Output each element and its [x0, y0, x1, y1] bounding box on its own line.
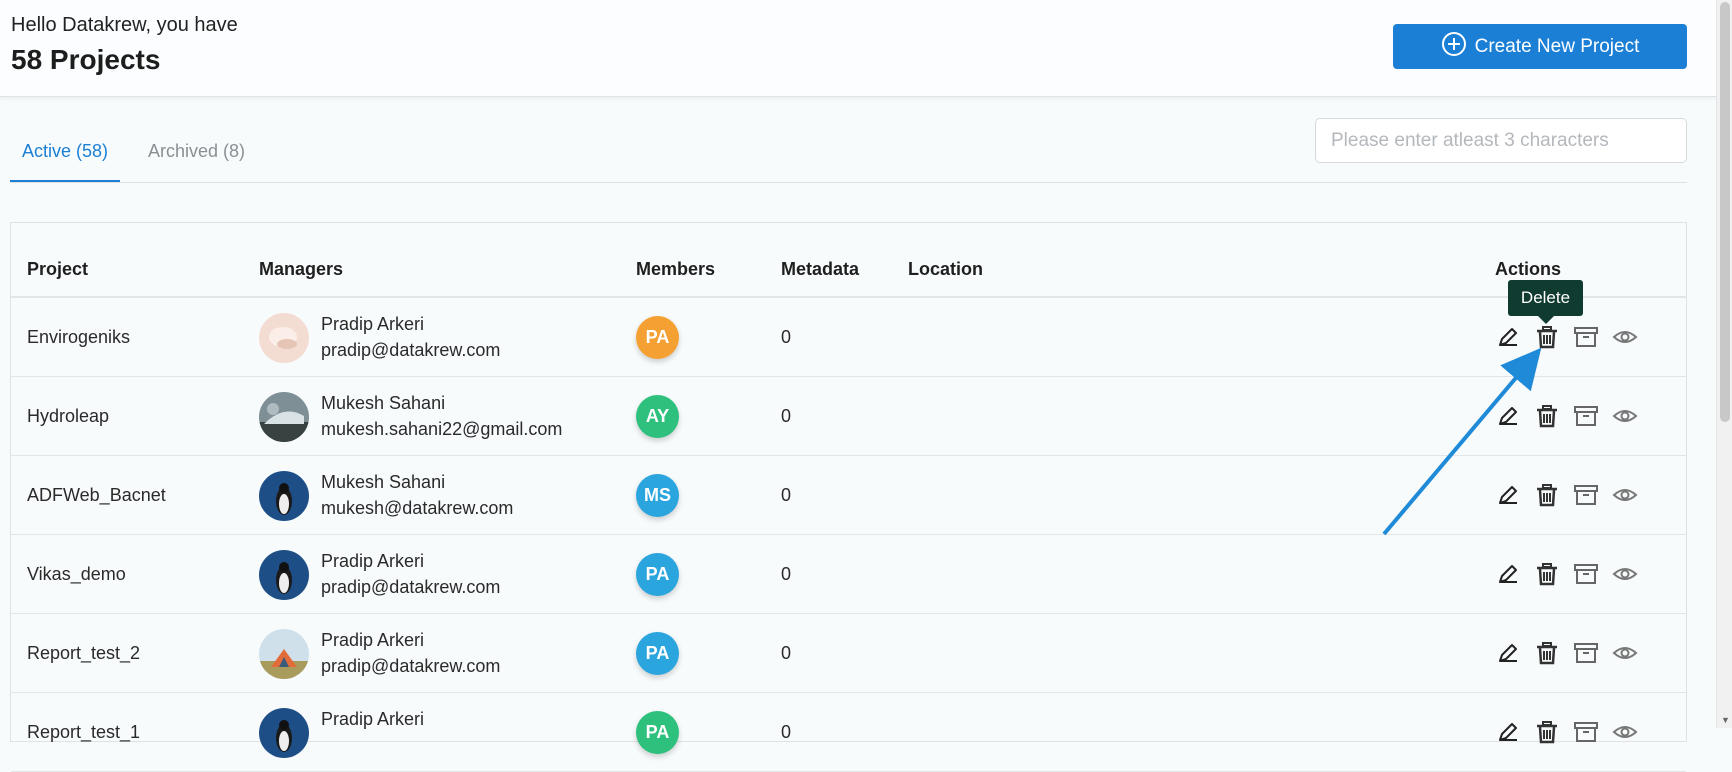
archive-box-icon[interactable]	[1573, 719, 1599, 745]
manager-avatar	[259, 313, 309, 363]
table-row[interactable]: Report_test_1 Pradip Arkeri PA 0	[11, 693, 1686, 772]
projects-table: Project Managers Members Metadata Locati…	[10, 222, 1687, 772]
archive-box-icon[interactable]	[1573, 403, 1599, 429]
table-row[interactable]: Report_test_2 Pradip Arkeri pradip@datakre…	[11, 614, 1686, 693]
project-name[interactable]: Hydroleap	[27, 406, 109, 427]
pencil-icon[interactable]	[1495, 719, 1521, 745]
greeting-text: Hello Datakrew, you have	[11, 14, 238, 36]
eye-icon[interactable]	[1612, 403, 1638, 429]
create-button-label: Create New Project	[1474, 35, 1640, 57]
table-row[interactable]: Vikas_demo Pradip Arkeri pradip@datakrew.c…	[11, 535, 1686, 614]
eye-icon[interactable]	[1612, 640, 1638, 666]
metadata-count: 0	[781, 485, 792, 505]
manager-avatar	[259, 629, 309, 679]
delete-tooltip: Delete	[1508, 280, 1583, 324]
manager-avatar	[259, 471, 309, 521]
manager-email: pradip@datakrew.com	[321, 577, 501, 597]
member-avatar[interactable]: PA	[636, 316, 679, 359]
eye-icon[interactable]	[1612, 561, 1638, 587]
trash-icon[interactable]	[1534, 324, 1560, 350]
column-header-project: Project	[27, 259, 89, 279]
table-row[interactable]: ADFWeb_Bacnet Mukesh Sahani mukesh@datakre…	[11, 456, 1686, 535]
table-header: Project Managers Members Metadata Locati…	[11, 223, 1686, 298]
pencil-icon[interactable]	[1495, 640, 1521, 666]
eye-icon[interactable]	[1612, 719, 1638, 745]
manager-avatar	[259, 392, 309, 442]
trash-icon[interactable]	[1534, 482, 1560, 508]
page-scrollbar[interactable]: ▼	[1716, 0, 1732, 728]
scrollbar-thumb[interactable]	[1720, 2, 1730, 422]
page-header: Hello Datakrew, you have 58 Projects Cre…	[0, 0, 1716, 97]
project-name[interactable]: ADFWeb_Bacnet	[27, 485, 166, 506]
archive-box-icon[interactable]	[1573, 640, 1599, 666]
table-row[interactable]: Envirogeniks Pradip Arkeri pradip@datakrew…	[11, 298, 1686, 377]
trash-icon[interactable]	[1534, 719, 1560, 745]
archive-box-icon[interactable]	[1573, 324, 1599, 350]
metadata-count: 0	[781, 327, 792, 347]
project-name[interactable]: Vikas_demo	[27, 564, 126, 585]
manager-email: mukesh@datakrew.com	[321, 498, 514, 518]
manager-name: Mukesh Sahani	[321, 472, 446, 492]
manager-email: mukesh.sahani22@gmail.com	[321, 419, 563, 439]
member-avatar[interactable]: AY	[636, 395, 679, 438]
metadata-count: 0	[781, 643, 792, 663]
manager-avatar	[259, 550, 309, 600]
manager-email: pradip@datakrew.com	[321, 340, 501, 360]
project-name[interactable]: Report_test_1	[27, 722, 140, 743]
trash-icon[interactable]	[1534, 403, 1560, 429]
eye-icon[interactable]	[1612, 482, 1638, 508]
member-avatar[interactable]: PA	[636, 711, 679, 754]
trash-icon[interactable]	[1534, 640, 1560, 666]
table-row[interactable]: Hydroleap Mukesh Sahani mukesh.sahani22@gm…	[11, 377, 1686, 456]
pencil-icon[interactable]	[1495, 403, 1521, 429]
create-new-project-button[interactable]: Create New Project	[1393, 24, 1687, 69]
manager-name: Pradip Arkeri	[321, 314, 425, 334]
archive-box-icon[interactable]	[1573, 482, 1599, 508]
pencil-icon[interactable]	[1495, 482, 1521, 508]
scroll-down-arrow-icon[interactable]: ▼	[1721, 715, 1730, 725]
archive-box-icon[interactable]	[1573, 561, 1599, 587]
pencil-icon[interactable]	[1495, 561, 1521, 587]
manager-name: Mukesh Sahani	[321, 393, 446, 413]
column-header-location: Location	[908, 259, 983, 279]
column-header-members: Members	[636, 259, 716, 279]
column-header-actions: Actions	[1495, 259, 1562, 279]
manager-name: Pradip Arkeri	[321, 630, 425, 650]
metadata-count: 0	[781, 722, 792, 742]
tab-active[interactable]: Active (58)	[10, 141, 121, 182]
trash-icon[interactable]	[1534, 561, 1560, 587]
plus-circle-icon	[1441, 31, 1467, 63]
column-header-metadata: Metadata	[781, 259, 860, 279]
tab-archived[interactable]: Archived (8)	[136, 141, 257, 180]
project-name[interactable]: Report_test_2	[27, 643, 140, 664]
pencil-icon[interactable]	[1495, 324, 1521, 350]
metadata-count: 0	[781, 406, 792, 426]
column-header-managers: Managers	[259, 259, 344, 279]
search-input[interactable]	[1315, 118, 1687, 163]
manager-avatar	[259, 708, 309, 758]
manager-email: pradip@datakrew.com	[321, 656, 501, 676]
manager-name: Pradip Arkeri	[321, 709, 425, 729]
metadata-count: 0	[781, 564, 792, 584]
member-avatar[interactable]: PA	[636, 553, 679, 596]
member-avatar[interactable]: PA	[636, 632, 679, 675]
project-name[interactable]: Envirogeniks	[27, 327, 130, 348]
manager-name: Pradip Arkeri	[321, 551, 425, 571]
eye-icon[interactable]	[1612, 324, 1638, 350]
project-count-title: 58 Projects	[11, 44, 161, 75]
member-avatar[interactable]: MS	[636, 474, 679, 517]
